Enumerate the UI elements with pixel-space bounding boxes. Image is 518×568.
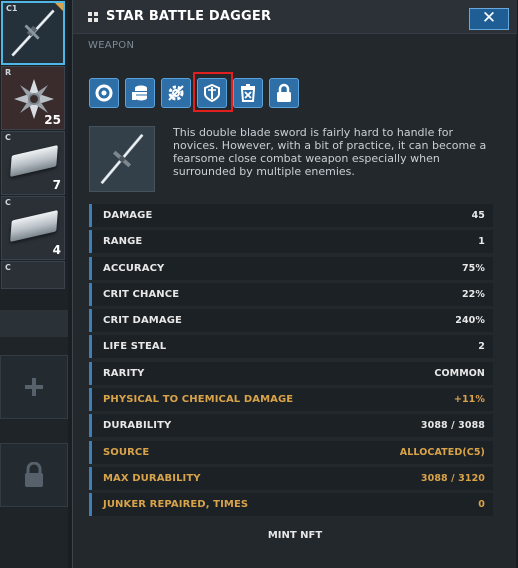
stats-list: DAMAGE 45 RANGE 1 ACCURACY 75% CRIT CHANCE 22% C… [89, 204, 493, 520]
stat-label: ACCURACY [103, 262, 165, 274]
lock-button[interactable] [269, 78, 299, 108]
item-category: WEAPON [88, 40, 135, 51]
stat-row: SOURCE ALLOCATED(C5) [89, 440, 493, 464]
equip-ring-button[interactable] [89, 78, 119, 108]
stat-row: MAX DURABILITY 3088 / 3120 [89, 466, 493, 490]
left-panel-header [0, 311, 68, 337]
close-button[interactable]: ✕ [469, 8, 509, 30]
stat-label: JUNKER REPAIRED, TIMES [103, 499, 249, 511]
stat-row: ACCURACY 75% [89, 256, 493, 280]
stat-value: ALLOCATED(C5) [399, 446, 485, 458]
ingot-icon [10, 145, 58, 177]
stat-row: LIFE STEAL 2 [89, 335, 493, 359]
ring-icon [95, 84, 113, 102]
stat-label: LIFE STEAL [103, 341, 167, 353]
stat-row: JUNKER REPAIRED, TIMES 0 [89, 493, 493, 517]
plus-icon [25, 378, 43, 396]
stat-value: 45 [471, 210, 485, 221]
selected-action-highlight [193, 72, 233, 112]
inventory-slot-ingot[interactable]: C 7 [1, 131, 65, 195]
slot-count: 25 [44, 113, 61, 127]
gear-icon [168, 85, 184, 101]
slot-count: 7 [52, 178, 61, 192]
discard-button[interactable] [233, 78, 263, 108]
stat-row: CRIT CHANCE 22% [89, 282, 493, 306]
stat-value: 75% [461, 262, 485, 274]
trash-icon [240, 84, 256, 102]
stat-label: MAX DURABILITY [103, 472, 201, 484]
stat-value: 1 [478, 236, 485, 248]
item-thumbnail [89, 126, 155, 192]
lock-icon [25, 462, 43, 487]
grid-icon [88, 12, 98, 22]
stat-row: RARITY COMMON [89, 361, 493, 385]
slot-count: 4 [52, 243, 61, 257]
ingot-icon [10, 210, 58, 242]
upgrade-button[interactable] [161, 78, 191, 108]
left-action-panel [0, 310, 68, 568]
stat-value: 0 [478, 499, 485, 511]
dagger-icon [11, 9, 55, 57]
stat-label: DAMAGE [103, 210, 153, 221]
modal-header: STAR BATTLE DAGGER ✕ [73, 0, 517, 34]
add-slot-button[interactable] [0, 355, 68, 419]
inventory-slot-ingot[interactable]: C [1, 261, 65, 289]
stat-value: 22% [461, 288, 485, 300]
locked-slot[interactable] [0, 443, 68, 507]
stat-label: CRIT DAMAGE [103, 315, 182, 327]
coins-icon [132, 85, 147, 101]
stat-label: SOURCE [103, 446, 150, 458]
stat-label: CRIT CHANCE [103, 288, 180, 300]
stat-value: 2 [478, 341, 485, 353]
inventory-slot-shuriken[interactable]: R 25 [1, 66, 65, 130]
inventory-slot-ingot[interactable]: C 4 [1, 196, 65, 260]
item-detail-modal: STAR BATTLE DAGGER ✕ WEAPON This double … [72, 0, 517, 568]
stat-value: 3088 / 3088 [420, 420, 485, 432]
stat-row: CRIT DAMAGE 240% [89, 309, 493, 333]
stat-value: 3088 / 3120 [420, 472, 485, 484]
mint-nft-button[interactable]: MINT NFT [73, 530, 517, 541]
item-description: This double blade sword is fairly hard t… [173, 126, 487, 178]
stat-row: RANGE 1 [89, 230, 493, 254]
dagger-icon [100, 133, 144, 185]
stat-value: +11% [453, 394, 485, 406]
stat-row: DURABILITY 3088 / 3088 [89, 414, 493, 438]
slot-tier: C [5, 133, 11, 142]
stat-label: DURABILITY [103, 420, 172, 432]
sell-button[interactable] [125, 78, 155, 108]
slot-tier: R [5, 68, 12, 77]
item-title: STAR BATTLE DAGGER [106, 9, 272, 24]
stat-row: DAMAGE 45 [89, 204, 493, 227]
stat-label: PHYSICAL TO CHEMICAL DAMAGE [103, 394, 294, 406]
slot-tier: C [5, 263, 11, 272]
stat-row: PHYSICAL TO CHEMICAL DAMAGE +11% [89, 388, 493, 412]
stat-value: 240% [455, 315, 485, 327]
stat-label: RANGE [103, 236, 143, 248]
inventory-slot-dagger[interactable]: C1 [1, 1, 65, 65]
slot-tier: C [5, 198, 11, 207]
stat-value: COMMON [434, 367, 485, 379]
stat-label: RARITY [103, 367, 145, 379]
lock-icon [277, 83, 291, 102]
